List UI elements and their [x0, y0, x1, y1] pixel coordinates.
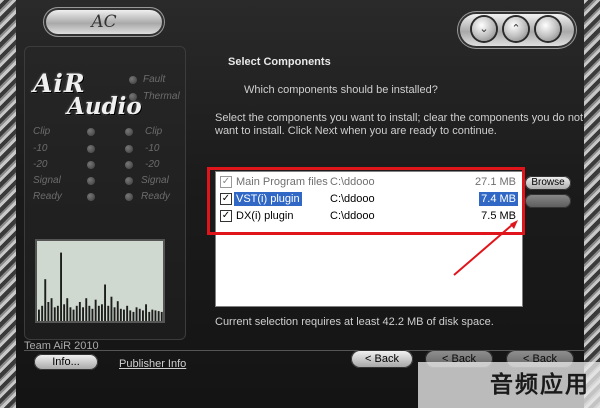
spectrum-bar	[148, 311, 151, 321]
spectrum-bar	[44, 279, 47, 321]
spectrum-bar	[129, 310, 132, 321]
publisher-info-link[interactable]: Publisher Info	[119, 358, 186, 370]
spectrum-bar	[91, 308, 94, 321]
left-chain-border	[0, 0, 16, 408]
spectrum-display	[35, 239, 165, 323]
spectrum-bar	[97, 305, 100, 321]
spectrum-bar	[145, 304, 147, 321]
spectrum-bar	[113, 307, 116, 321]
spectrum-bar	[104, 284, 106, 321]
spectrum-bar	[63, 304, 66, 321]
spectrum-bar	[50, 298, 53, 321]
spectrum-bar	[41, 305, 44, 321]
spectrum-bar	[69, 307, 72, 321]
spectrum-bar	[154, 310, 157, 321]
spectrum-bar	[119, 308, 122, 321]
footer-divider	[24, 350, 584, 351]
close-button[interactable]	[536, 17, 560, 41]
spectrum-bar	[94, 299, 97, 321]
spectrum-bar	[85, 298, 88, 321]
led-label-clip-right: Clip	[145, 126, 163, 137]
led-label-m10-left: -10	[33, 143, 48, 154]
spectrum-bar	[38, 309, 40, 321]
annotation-arrow-icon	[453, 220, 518, 276]
led-label-m10-right: -10	[145, 143, 160, 154]
minimize-button[interactable]: ⌄	[472, 17, 496, 41]
spectrum-bar	[138, 308, 141, 321]
instructions-text: Select the components you want to instal…	[215, 112, 584, 137]
spectrum-bar	[107, 305, 110, 321]
led-label-fault: Fault	[143, 74, 166, 85]
led-label-m20-right: -20	[145, 159, 160, 170]
led-ready-left-icon	[87, 193, 95, 201]
maximize-button[interactable]: ⌃	[504, 17, 528, 41]
led-thermal-icon	[129, 93, 137, 101]
spectrum-bar	[47, 302, 50, 321]
led-label-signal-left: Signal	[33, 175, 61, 186]
disk-space-status: Current selection requires at least 42.2…	[215, 316, 494, 328]
spectrum-bar	[56, 305, 59, 321]
led-m10-left-icon	[87, 145, 95, 153]
title-logo-plate: AC	[44, 8, 164, 36]
led-label-ready-right: Ready	[141, 191, 170, 202]
spectrum-bar	[72, 309, 75, 321]
title-logo-text: AC	[91, 12, 117, 32]
led-signal-left-icon	[87, 177, 95, 185]
spectrum-bar	[53, 307, 56, 321]
led-signal-right-icon	[125, 177, 133, 185]
spectrum-bar	[110, 296, 113, 321]
led-ready-right-icon	[125, 193, 133, 201]
led-m20-right-icon	[125, 161, 133, 169]
spectrum-bar	[157, 311, 160, 321]
spectrum-bar	[82, 307, 84, 321]
led-label-thermal: Thermal	[143, 91, 180, 102]
spectrum-bar	[66, 298, 69, 321]
spectrum-bar	[78, 302, 81, 321]
spectrum-graph	[38, 252, 163, 321]
spectrum-bar	[132, 311, 135, 321]
spectrum-bar	[116, 301, 119, 321]
led-m20-left-icon	[87, 161, 95, 169]
branding-panel: AiR Audio Fault Thermal Clip Clip -10 -1…	[24, 46, 186, 340]
spectrum-bar	[151, 309, 154, 321]
back-button[interactable]: < Back	[351, 350, 413, 368]
spectrum-bar	[160, 311, 163, 321]
window-controls: ⌄ ⌃	[458, 12, 576, 48]
led-fault-icon	[129, 76, 137, 84]
led-label-clip-left: Clip	[33, 126, 51, 137]
info-button[interactable]: Info...	[34, 354, 98, 370]
page-title: Select Components	[228, 56, 331, 68]
browse-button[interactable]: Browse	[525, 176, 571, 190]
disabled-browse-button	[525, 194, 571, 208]
led-clip-right-icon	[125, 128, 133, 136]
spectrum-bar	[135, 307, 138, 321]
led-label-signal-right: Signal	[141, 175, 169, 186]
led-clip-left-icon	[87, 128, 95, 136]
spectrum-bar	[142, 310, 144, 321]
spectrum-bar	[126, 305, 129, 321]
installer-window: AC ⌄ ⌃ AiR Audio Fault Thermal Clip Clip…	[0, 0, 600, 408]
watermark: 音频应用	[418, 362, 600, 408]
led-m10-right-icon	[125, 145, 133, 153]
right-chain-border	[584, 0, 600, 408]
spectrum-bar	[123, 309, 125, 321]
spectrum-bar	[60, 252, 62, 321]
page-subtitle: Which components should be installed?	[244, 84, 438, 96]
spectrum-bar	[75, 305, 78, 321]
spectrum-bar	[88, 305, 91, 321]
led-label-ready-left: Ready	[33, 191, 62, 202]
led-label-m20-left: -20	[33, 159, 48, 170]
spectrum-bar	[101, 304, 103, 321]
